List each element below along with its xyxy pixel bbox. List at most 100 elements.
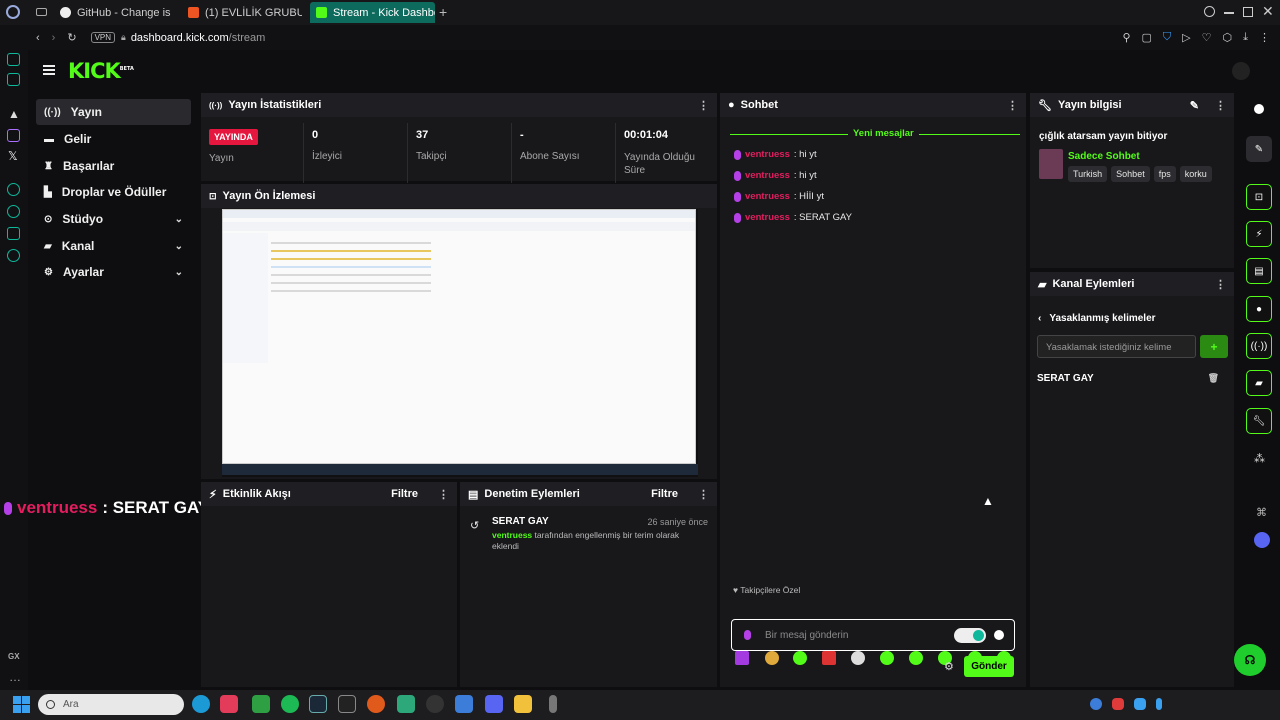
tray-icon[interactable] [1156, 698, 1162, 710]
chat-user[interactable]: ventruess [745, 170, 790, 181]
tag[interactable]: Sohbet [1111, 166, 1150, 182]
tray-icon[interactable] [1112, 698, 1124, 710]
x-icon[interactable]: 𝕏 [8, 149, 18, 163]
nav-item-droplar[interactable]: ▙ Droplar ve Ödüller [36, 179, 191, 205]
nav-item-ayarlar[interactable]: ⚙ Ayarlar ⌄ [36, 259, 191, 285]
bolt-rail-icon[interactable]: ⚡︎ [1246, 221, 1272, 247]
chat-user[interactable]: ventruess [745, 191, 790, 202]
kick-sidebar-icon[interactable]: ▲ [8, 107, 20, 121]
kick-logo[interactable]: KICKBETA [68, 59, 134, 83]
tag[interactable]: fps [1153, 166, 1176, 182]
broadcast-rail-icon[interactable]: ((·)) [1246, 333, 1272, 359]
category-link[interactable]: Sadece Sohbet [1068, 151, 1140, 162]
edge-icon[interactable] [192, 695, 210, 713]
tab-manager-icon[interactable] [36, 8, 47, 16]
taskbar-search[interactable]: Ara [38, 694, 184, 715]
nav-item-basarilar[interactable]: ♜ Başarılar [36, 153, 191, 179]
vpn-badge[interactable]: VPN [90, 32, 116, 43]
filter-button[interactable]: Filtre [391, 488, 418, 500]
opera-gx-icon[interactable] [220, 695, 238, 713]
new-tab-button[interactable]: + [439, 4, 447, 20]
chat-input[interactable]: Bir mesaj gönderin [731, 619, 1015, 651]
obs-icon[interactable] [426, 695, 444, 713]
tray-icon[interactable] [1134, 698, 1146, 710]
player-icon[interactable] [7, 183, 20, 196]
hamburger-icon[interactable] [43, 65, 55, 75]
gx-control-icon[interactable] [7, 53, 20, 66]
nav-item-gelir[interactable]: ▬ Gelir [36, 126, 191, 152]
back-icon[interactable]: ‹ [36, 32, 40, 44]
emote-icon[interactable] [880, 651, 894, 665]
epic-icon[interactable] [338, 695, 356, 713]
tray-icon[interactable] [1090, 698, 1102, 710]
reload-icon[interactable]: ↻ [67, 31, 76, 44]
minimize-button[interactable] [1224, 12, 1234, 14]
emote-icon[interactable] [909, 651, 923, 665]
add-word-button[interactable]: + [1200, 335, 1228, 358]
emote-icon[interactable] [765, 651, 779, 665]
nav-item-kanal[interactable]: ▰ Kanal ⌄ [36, 233, 191, 259]
undo-icon[interactable]: ↺ [470, 519, 479, 532]
grid-icon[interactable]: ⌘ [1256, 506, 1267, 519]
play-icon[interactable]: ▷ [1182, 31, 1190, 44]
chat-user[interactable]: ventruess [745, 149, 790, 160]
discord-taskbar-icon[interactable] [485, 695, 503, 713]
kebab-menu-icon[interactable]: ⋮ [1215, 278, 1226, 291]
wrench-rail-icon[interactable]: 🔧︎ [1246, 408, 1272, 434]
url-field[interactable]: dashboard.kick.com/stream [131, 32, 266, 44]
close-window-button[interactable]: ✕ [1262, 3, 1274, 20]
discord-icon[interactable] [1254, 532, 1270, 548]
blue-app-icon[interactable] [455, 695, 473, 713]
toggle-icon[interactable] [954, 627, 986, 643]
edit-icon[interactable]: ✎ [1190, 99, 1199, 112]
nav-item-studyo[interactable]: ⊙ Stüdyo ⌄ [36, 206, 191, 232]
mic-taskbar-icon[interactable] [549, 695, 557, 713]
download-icon[interactable]: ⤓ [1243, 31, 1248, 44]
forward-icon[interactable]: › [52, 32, 56, 44]
emote-icon[interactable] [822, 651, 836, 665]
chat-rail-icon[interactable]: ● [1246, 296, 1272, 322]
tab-youtube[interactable]: (1) EVLİLİK GRUBUNDA G [182, 2, 302, 23]
filter-button[interactable]: Filtre [651, 488, 678, 500]
kebab-menu-icon[interactable]: ⋮ [438, 488, 449, 501]
kebab-menu-icon[interactable]: ⋮ [1007, 99, 1018, 112]
obs-app-icon[interactable] [367, 695, 385, 713]
tab-kick-dashboard[interactable]: Stream - Kick Dashboard [310, 2, 435, 23]
emote-icon[interactable] [735, 651, 749, 665]
opera-logo-icon[interactable] [6, 5, 20, 19]
menu-icon[interactable]: ⋮ [1259, 31, 1270, 44]
nav-item-yayin[interactable]: ((·)) Yayın [36, 99, 191, 125]
shield-icon[interactable]: ⛉ [1163, 31, 1171, 44]
maximize-button[interactable] [1243, 7, 1253, 17]
edit-rail-icon[interactable]: ✎ [1246, 136, 1272, 162]
emote-icon[interactable] [851, 651, 865, 665]
stream-preview-video[interactable] [222, 209, 698, 477]
extensions-icon[interactable] [7, 227, 20, 240]
spotify-icon[interactable] [281, 695, 299, 713]
back-button[interactable]: ‹ Yasaklanmış kelimeler [1038, 313, 1156, 324]
search-icon[interactable] [1204, 6, 1215, 17]
emoji-icon[interactable] [994, 630, 1004, 640]
send-button[interactable]: Gönder [964, 656, 1014, 677]
bubbles-icon[interactable]: ⁂ [1254, 452, 1265, 465]
banned-word-input[interactable]: Yasaklamak istediğiniz kelime [1037, 335, 1196, 358]
chat-settings-icon[interactable]: ⚙ [944, 660, 954, 673]
settings-icon[interactable] [7, 249, 20, 262]
heart-icon[interactable]: ♡ [1202, 31, 1212, 44]
avatar[interactable] [1232, 62, 1250, 80]
trash-icon[interactable]: 🗑︎ [1208, 373, 1219, 384]
twitch-icon[interactable] [7, 129, 20, 142]
channel-rail-icon[interactable]: ▰ [1246, 370, 1272, 396]
more-icon[interactable]: … [9, 670, 21, 684]
kebab-menu-icon[interactable]: ⋮ [698, 99, 709, 112]
pin-icon[interactable]: ⚲ [1122, 31, 1130, 44]
gx-corner-icon[interactable] [7, 73, 20, 86]
tab-github[interactable]: GitHub - Change is consta [54, 2, 174, 23]
kebab-menu-icon[interactable]: ⋮ [698, 488, 709, 501]
tag[interactable]: Turkish [1068, 166, 1108, 182]
support-button[interactable]: ☊ [1234, 644, 1266, 676]
history-icon[interactable] [7, 205, 20, 218]
info-icon[interactable] [1254, 104, 1264, 114]
file-explorer-icon[interactable] [514, 695, 532, 713]
snapshot-icon[interactable]: ▢ [1142, 31, 1152, 44]
